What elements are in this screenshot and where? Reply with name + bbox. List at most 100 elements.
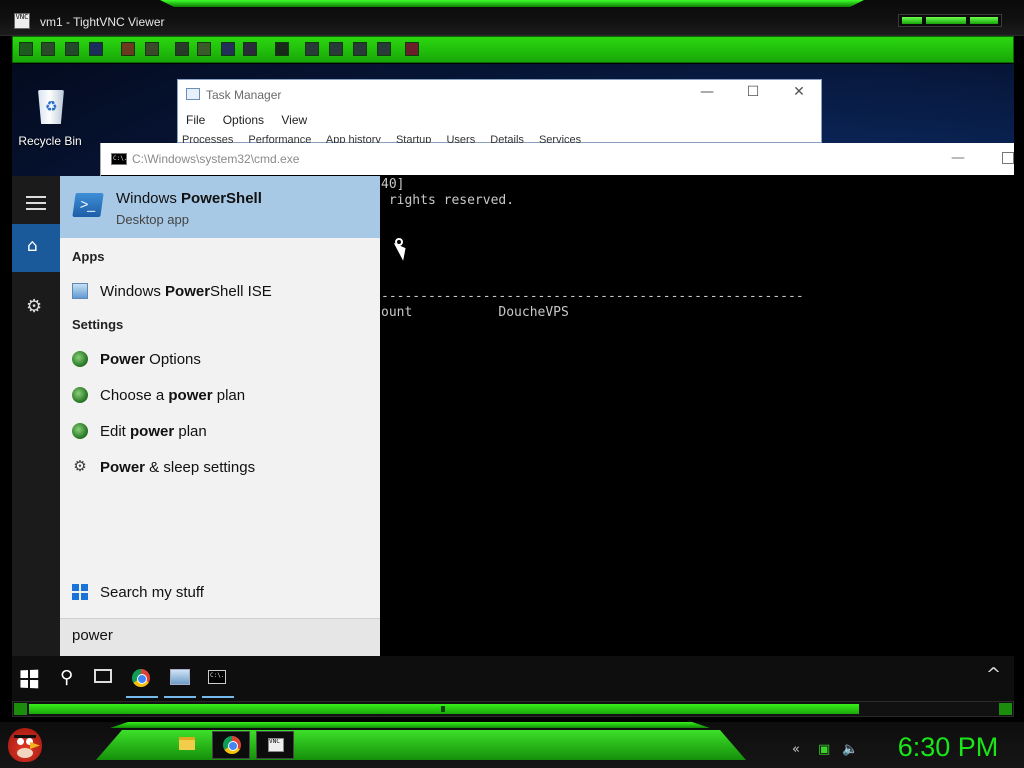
task-manager-title: Task Manager (206, 88, 282, 102)
system-tray: « ▣ 🔈 (780, 736, 880, 760)
alt-key-icon[interactable] (243, 42, 257, 56)
cmd-icon: C:\. (111, 153, 127, 165)
search-input[interactable] (72, 627, 362, 644)
search-my-stuff-button[interactable]: Search my stuff (60, 570, 380, 618)
vnc-titlebar: VNC vm1 - TightVNC Viewer (0, 0, 1024, 36)
powershell-icon: >_ (72, 193, 104, 217)
start-button[interactable] (12, 656, 48, 701)
window-title: vm1 - TightVNC Viewer (40, 15, 165, 29)
angry-bird-start-orb-icon[interactable] (8, 728, 42, 762)
recycle-bin[interactable]: ♻ Recycle Bin (12, 84, 88, 148)
menu-view[interactable]: View (281, 113, 307, 127)
tightvnc-icon: VNC (14, 13, 30, 29)
tray-chevron-icon[interactable]: « (792, 742, 800, 757)
zoom-100-icon[interactable] (353, 42, 367, 56)
pause-icon[interactable] (121, 42, 135, 56)
scrollbar-thumb[interactable] (29, 704, 859, 714)
save-session-icon[interactable] (41, 42, 55, 56)
cmd-line: 40] (381, 177, 405, 192)
result-label: Choose a power plan (100, 387, 246, 404)
taskbar-cmd[interactable]: C:\. (200, 656, 236, 701)
best-match-subtitle: Desktop app (116, 212, 189, 227)
zoom-fit-icon[interactable] (377, 42, 391, 56)
home-icon: ⌂ (27, 236, 38, 256)
cmd-line: ount DoucheVPS (381, 305, 569, 320)
ctrl-alt-del-icon[interactable] (175, 42, 189, 56)
cmd-maximize-button[interactable] (1002, 152, 1014, 164)
tightvnc-icon: VNC (268, 738, 284, 752)
result-choose-power-plan[interactable]: Choose a power plan (60, 378, 380, 414)
recycle-bin-icon: ♻ (33, 84, 67, 126)
taskbar-network-app[interactable] (162, 656, 198, 701)
host-taskbar-glow (110, 722, 710, 728)
file-transfer-icon[interactable] (275, 42, 289, 56)
minimize-button[interactable] (902, 17, 922, 24)
search-my-stuff-label: Search my stuff (100, 584, 204, 601)
zoom-out-icon[interactable] (329, 42, 343, 56)
maximize-button[interactable] (926, 17, 966, 24)
result-power-sleep-settings[interactable]: ⚙ Power & sleep settings (60, 450, 380, 486)
settings-gear-icon[interactable]: ⚙ (26, 296, 42, 317)
volume-icon[interactable]: 🔈 (842, 742, 858, 757)
win-key-icon[interactable] (197, 42, 211, 56)
gear-icon: ⚙ (73, 458, 87, 475)
result-power-options[interactable]: Power Options (60, 342, 380, 378)
result-label: Windows PowerShell ISE (100, 283, 272, 300)
ctrl-key-icon[interactable] (221, 42, 235, 56)
taskbar-chrome[interactable] (124, 656, 160, 701)
cmd-title: C:\Windows\system32\cmd.exe (132, 152, 300, 166)
scroll-left-button[interactable] (14, 703, 27, 715)
home-button[interactable]: ⌂ (12, 224, 60, 272)
chrome-icon (223, 736, 241, 754)
start-rail: ⌂ ⚙ (12, 176, 60, 656)
titlebar-glow (160, 0, 864, 7)
power-options-icon (72, 387, 88, 403)
fullscreen-icon[interactable] (405, 42, 419, 56)
tm-maximize-button[interactable]: ☐ (742, 84, 764, 100)
cmd-titlebar: C:\. C:\Windows\system32\cmd.exe — (101, 143, 1014, 175)
remote-taskbar: ⚲ C:\. ^ (12, 656, 1014, 701)
task-manager-window[interactable]: Task Manager — ☐ ✕ File Options View Pro… (177, 79, 822, 146)
vnc-horizontal-scrollbar[interactable] (12, 701, 1014, 717)
search-icon[interactable]: ⚲ (60, 667, 73, 688)
host-explorer-button[interactable] (168, 731, 206, 759)
host-clock[interactable]: 6:30 PM (880, 730, 1016, 764)
windows-start-icon (20, 669, 39, 689)
cmd-minimize-button[interactable]: — (951, 150, 965, 166)
result-label: Power & sleep settings (100, 459, 256, 476)
hamburger-menu-icon[interactable] (26, 196, 46, 214)
best-match-title: Windows PowerShell (116, 190, 262, 207)
scroll-right-button[interactable] (999, 703, 1012, 715)
search-box (60, 618, 380, 656)
task-manager-icon (186, 88, 200, 100)
info-icon[interactable] (89, 42, 103, 56)
zoom-in-icon[interactable] (305, 42, 319, 56)
menu-options[interactable]: Options (223, 113, 264, 127)
host-tightvnc-button[interactable]: VNC (256, 731, 294, 759)
menu-file[interactable]: File (186, 113, 205, 127)
tm-minimize-button[interactable]: — (696, 84, 718, 100)
refresh-icon[interactable] (145, 42, 159, 56)
power-options-icon (72, 423, 88, 439)
result-edit-power-plan[interactable]: Edit power plan (60, 414, 380, 450)
power-options-icon (72, 351, 88, 367)
result-powershell-ise[interactable]: Windows PowerShell ISE (60, 274, 380, 310)
tm-close-button[interactable]: ✕ (788, 84, 810, 100)
result-label: Edit power plan (100, 423, 207, 440)
network-tray-icon[interactable]: ▣ (818, 742, 830, 757)
settings-section-header: Settings (72, 317, 124, 332)
new-connection-icon[interactable] (19, 42, 33, 56)
apps-section-header: Apps (72, 249, 105, 264)
host-chrome-button[interactable] (212, 731, 250, 759)
task-view-icon[interactable] (94, 669, 112, 683)
recycle-bin-label: Recycle Bin (18, 134, 82, 148)
powershell-ise-icon (72, 283, 88, 299)
best-match-powershell[interactable]: >_ Windows PowerShell Desktop app (60, 176, 380, 238)
cmd-line: rights reserved. (381, 193, 515, 208)
cmd-icon: C:\. (208, 670, 226, 684)
close-button[interactable] (970, 17, 998, 24)
show-hidden-icons-chevron-icon[interactable]: ^ (986, 664, 1001, 685)
network-app-icon (170, 669, 190, 685)
host-taskbar: VNC « ▣ 🔈 6:30 PM (0, 722, 1024, 768)
options-icon[interactable] (65, 42, 79, 56)
